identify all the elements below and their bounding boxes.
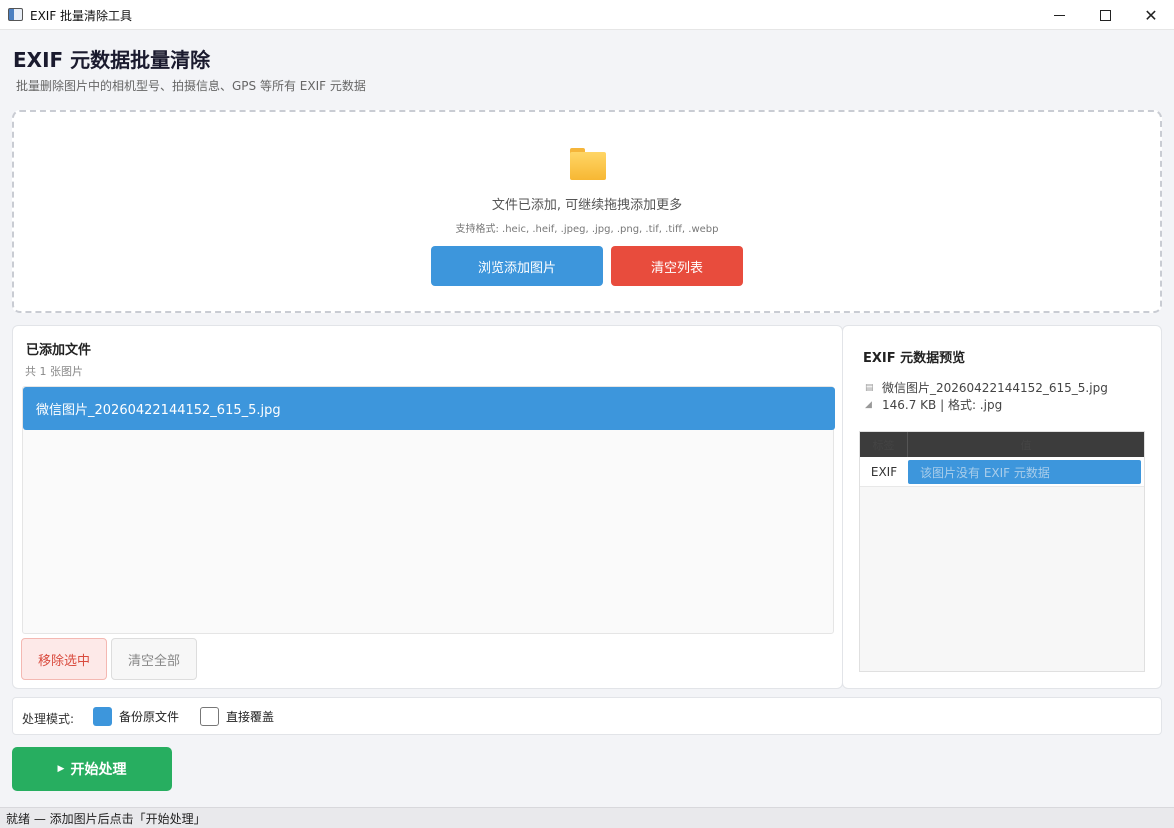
exif-row-key: EXIF — [870, 465, 898, 479]
start-processing-label: 开始处理 — [70, 762, 127, 778]
overwrite-option[interactable]: 直接覆盖 — [200, 707, 274, 726]
drop-zone-message: 文件已添加, 可继续拖拽添加更多 — [491, 198, 683, 213]
exif-preview-panel: EXIF 元数据预览 ▤ 微信图片_20260422144152_615_5.j… — [842, 325, 1162, 689]
overwrite-option-label: 直接覆盖 — [226, 710, 275, 724]
drop-zone[interactable]: 文件已添加, 可继续拖拽添加更多 支持格式: .heic, .heif, .jp… — [12, 110, 1162, 313]
window-title: EXIF 批量清除工具 — [30, 9, 133, 23]
backup-option[interactable]: 备份原文件 — [93, 707, 179, 726]
file-list[interactable]: 微信图片_20260422144152_615_5.jpg — [22, 386, 835, 634]
backup-option-label: 备份原文件 — [119, 710, 180, 724]
processing-mode-bar: 处理模式: 备份原文件 直接覆盖 — [12, 697, 1162, 735]
backup-checkbox[interactable] — [93, 707, 112, 726]
minimize-icon — [1053, 14, 1065, 16]
title-bar: EXIF 批量清除工具 ✕ — [0, 0, 1174, 30]
exif-header-value[interactable]: 值 — [908, 432, 1144, 457]
clear-all-button[interactable]: 清空全部 — [111, 638, 197, 680]
files-title: 已添加文件 — [26, 343, 92, 358]
overwrite-checkbox[interactable] — [200, 707, 219, 726]
supported-formats: 支持格式: .heic, .heif, .jpeg, .jpg, .png, .… — [455, 224, 719, 235]
files-panel: 已添加文件 共 1 张图片 微信图片_20260422144152_615_5.… — [12, 325, 843, 689]
page-subtitle: 批量删除图片中的相机型号、拍摄信息、GPS 等所有 EXIF 元数据 — [16, 79, 366, 93]
file-icon: ▤ — [865, 382, 874, 393]
start-processing-button[interactable]: ▶ 开始处理 — [12, 747, 172, 791]
file-list-item[interactable]: 微信图片_20260422144152_615_5.jpg — [23, 387, 835, 430]
folder-icon — [570, 148, 606, 180]
ruler-icon: ◢ — [865, 399, 872, 410]
status-bar: 就绪 — 添加图片后点击「开始处理」 — [0, 807, 1174, 828]
exif-table-header: 标签 值 — [860, 432, 1144, 457]
preview-file-info: ◢ 146.7 KB | 格式: .jpg — [865, 396, 1002, 413]
preview-file-name-text: 微信图片_20260422144152_615_5.jpg — [882, 381, 1108, 395]
maximize-button[interactable] — [1082, 0, 1128, 30]
page-title: EXIF 元数据批量清除 — [13, 48, 211, 72]
exif-table[interactable]: 标签 值 EXIF 该图片没有 EXIF 元数据 — [859, 431, 1145, 672]
maximize-icon — [1099, 9, 1111, 21]
app-icon — [8, 8, 23, 21]
preview-file-info-text: 146.7 KB | 格式: .jpg — [882, 398, 1003, 412]
preview-title: EXIF 元数据预览 — [863, 351, 966, 366]
close-icon: ✕ — [1144, 5, 1158, 25]
play-icon: ▶ — [57, 764, 65, 774]
exif-row-value: 该图片没有 EXIF 元数据 — [908, 460, 1141, 484]
clear-list-button[interactable]: 清空列表 — [611, 246, 743, 286]
remove-selected-button[interactable]: 移除选中 — [21, 638, 107, 680]
browse-add-button[interactable]: 浏览添加图片 — [431, 246, 603, 286]
files-count: 共 1 张图片 — [25, 365, 83, 378]
exif-header-tag[interactable]: 标签 — [860, 432, 908, 457]
close-button[interactable]: ✕ — [1128, 0, 1174, 30]
preview-file-name: ▤ 微信图片_20260422144152_615_5.jpg — [865, 379, 1108, 396]
mode-label: 处理模式: — [22, 712, 75, 726]
minimize-button[interactable] — [1036, 0, 1082, 30]
table-row[interactable]: EXIF 该图片没有 EXIF 元数据 — [860, 457, 1144, 487]
